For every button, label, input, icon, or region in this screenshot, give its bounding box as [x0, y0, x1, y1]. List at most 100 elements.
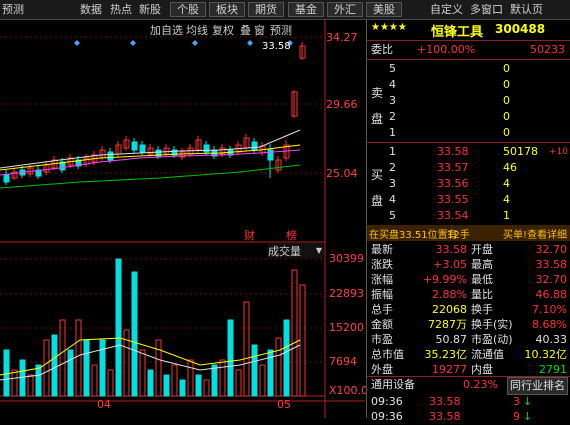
sell-volume: 0 — [503, 110, 510, 123]
indicator-selector[interactable]: 成交量 ▼ — [268, 243, 324, 258]
stat-label: 最新 — [371, 243, 393, 256]
order-banner[interactable]: 在买盘33.51位置有 12手 买单!查看详细 — [367, 225, 570, 241]
stat-row: 总市值 35.23亿 流通值 10.32亿 — [367, 347, 570, 362]
toolbar-us-button[interactable]: 美股 — [366, 2, 402, 17]
weibi-label: 委比 — [371, 43, 393, 56]
sell-level: 5 — [389, 62, 396, 75]
buy-volume: 50178 — [503, 145, 538, 158]
sell-level-row[interactable]: 2 0 — [367, 109, 570, 125]
stat-row: 振幅 2.88% 量比 46.88 — [367, 287, 570, 302]
volume-bar — [163, 374, 170, 397]
buy-level: 3 — [389, 177, 396, 190]
candle-body — [139, 144, 146, 153]
sell-volume: 0 — [503, 62, 510, 75]
toolbar-custom-button[interactable]: 自定义 — [430, 3, 463, 17]
volume-axis-1: 30399 — [329, 252, 364, 265]
banner-link[interactable]: 买单!查看详细 — [503, 226, 567, 241]
sell-level-row[interactable]: 4 0 — [367, 77, 570, 93]
buy-level-row[interactable]: 4 33.55 4 — [367, 192, 570, 208]
toolbar-us-label: 美股 — [373, 3, 395, 16]
toolbar-multiwindow-button[interactable]: 多窗口 — [470, 3, 503, 17]
tick-price: 33.58 — [429, 395, 461, 408]
toolbar-fund-label: 基金 — [295, 3, 317, 16]
toolbar-stock-button[interactable]: 个股 — [170, 2, 206, 17]
toolbar-sector-button[interactable]: 板块 — [209, 2, 245, 17]
kline-group — [3, 42, 306, 185]
x-axis-05: 05 — [277, 398, 291, 411]
finance-marker[interactable]: 财 — [244, 227, 255, 243]
stat-value: 33.58 — [435, 243, 468, 256]
toolbar-newstock-label: 新股 — [139, 3, 161, 16]
toolbar-default-button[interactable]: 默认页 — [510, 3, 543, 17]
adjust-tab[interactable]: 复权 — [212, 22, 234, 38]
candle-body — [3, 174, 10, 183]
forecast-tab[interactable]: 预测 — [270, 22, 292, 38]
toolbar-custom-label: 自定义 — [430, 3, 463, 16]
volume-bar — [227, 319, 234, 397]
buy-level-row[interactable]: 5 33.54 1 — [367, 208, 570, 224]
volume-bar — [275, 337, 282, 397]
sell-level-row[interactable]: 5 0 — [367, 61, 570, 77]
volume-bar — [203, 379, 210, 397]
volume-bar — [211, 364, 218, 397]
stat-label: 最低 — [471, 273, 493, 286]
sell-level-row[interactable]: 3 0 — [367, 93, 570, 109]
volume-bar — [27, 374, 34, 397]
toolbar-forex-button[interactable]: 外汇 — [327, 2, 363, 17]
rating-stars: ★★★★ — [371, 22, 407, 33]
tick-time: 09:36 — [371, 395, 403, 408]
stat-label: 最高 — [471, 258, 493, 271]
toolbar-hot-button[interactable]: 热点 — [110, 3, 132, 17]
volume-bar — [155, 339, 162, 397]
window-tab[interactable]: 窗 — [254, 22, 265, 38]
industry-pct: 0.23% — [463, 378, 498, 391]
volume-bar — [99, 339, 106, 397]
stat-label: 换手(实) — [471, 318, 513, 331]
toolbar-fund-button[interactable]: 基金 — [288, 2, 324, 17]
event-diamond — [130, 40, 136, 46]
rank-marker[interactable]: 榜 — [286, 227, 297, 243]
add-watch-tab[interactable]: 加自选 — [150, 22, 183, 38]
buy-level-row[interactable]: 3 33.56 4 — [367, 176, 570, 192]
volume-bar — [235, 369, 242, 397]
sell-level: 1 — [389, 126, 396, 139]
toolbar-stock-label: 个股 — [177, 3, 199, 16]
weibi-pct: +100.00% — [417, 43, 476, 56]
buy-volume: 46 — [503, 161, 517, 174]
industry-row[interactable]: 通用设备 0.23% 同行业排名 — [367, 377, 570, 395]
toolbar-forecast-button[interactable]: 预测 — [2, 3, 24, 17]
buy-level-row[interactable]: 2 33.57 46 — [367, 160, 570, 176]
stat-label: 振幅 — [371, 288, 393, 301]
toolbar: 预测 数据 热点 新股 个股 板块 期货 基金 外汇 美股 自定义 多窗口 默认… — [0, 0, 570, 20]
volume-axis-4: 7694 — [329, 355, 357, 368]
volume-bar — [299, 284, 306, 397]
sell-level-row[interactable]: 1 0 — [367, 125, 570, 141]
chevron-down-icon: ▼ — [315, 246, 322, 255]
stat-value: 2.88% — [432, 288, 467, 301]
volume-bar — [259, 364, 266, 397]
stat-row: 涨跌 +3.05 最高 33.58 — [367, 257, 570, 272]
volume-bar — [291, 269, 298, 397]
ma-tab[interactable]: 均线 — [186, 22, 208, 38]
tick-arrow-icon: ↓ — [523, 395, 533, 408]
toolbar-data-button[interactable]: 数据 — [80, 3, 102, 17]
stat-label: 涨幅 — [371, 273, 393, 286]
tick-time: 09:36 — [371, 410, 403, 423]
sell-volume: 0 — [503, 94, 510, 107]
overlay-tab[interactable]: 叠 — [240, 22, 251, 38]
industry-rank-button[interactable]: 同行业排名 — [507, 377, 568, 395]
candle-body — [267, 149, 274, 161]
stat-row: 涨幅 +9.99% 最低 32.70 — [367, 272, 570, 287]
buy-price: 33.55 — [437, 193, 469, 206]
stat-value: 32.70 — [535, 273, 568, 286]
chart-area[interactable]: 加自选 均线 复权 叠 窗 预测 33.58 34.27 29.66 25.04… — [0, 20, 368, 418]
toolbar-newstock-button[interactable]: 新股 — [139, 3, 161, 17]
sell-level: 2 — [389, 110, 396, 123]
volume-bar — [195, 374, 202, 397]
buy-volume: 1 — [503, 209, 510, 222]
toolbar-futures-button[interactable]: 期货 — [248, 2, 284, 17]
stat-label: 市盈 — [371, 333, 393, 346]
sell-level: 4 — [389, 78, 396, 91]
buy-level-row[interactable]: 1 33.58 50178 +10 — [367, 144, 570, 160]
sell-level: 3 — [389, 94, 396, 107]
